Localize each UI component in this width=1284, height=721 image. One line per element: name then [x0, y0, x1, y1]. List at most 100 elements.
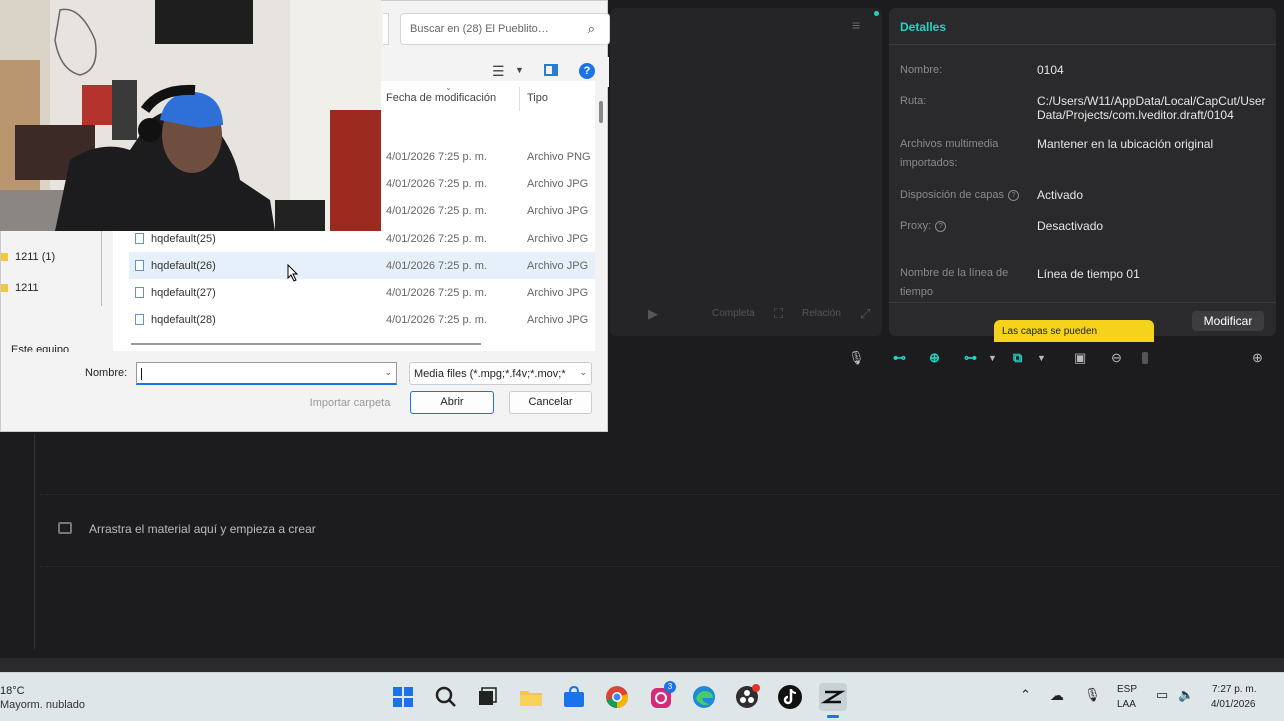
weather-temperature[interactable]: 18°C — [0, 685, 25, 697]
file-date: 4/01/2026 7:25 p. m. — [386, 151, 487, 163]
volume-icon[interactable]: 🔈 — [1178, 687, 1194, 703]
capcut-icon[interactable] — [819, 683, 847, 711]
layer-layout-value: Activado — [1037, 188, 1084, 202]
file-name: hqdefault(27) — [151, 287, 216, 299]
zoom-in-icon[interactable]: ⊕ — [1252, 350, 1263, 366]
file-type-select[interactable]: Media files (*.mpg;*.f4v;*.mov;* ⌄ — [409, 362, 592, 385]
expand-icon[interactable]: ⤢ — [860, 306, 870, 322]
image-file-icon — [135, 287, 144, 298]
language-label[interactable]: ESP — [1117, 684, 1137, 695]
file-date: 4/01/2026 7:25 p. m. — [386, 178, 487, 190]
weather-description[interactable]: Mayorm. nublado — [0, 699, 85, 711]
column-header-date[interactable]: Fecha de modificación — [386, 92, 496, 104]
tree-item[interactable]: 1211 (1) — [1, 251, 101, 263]
chain-icon[interactable]: ⊶ — [964, 350, 977, 366]
microphone-icon[interactable]: 🎙 — [848, 350, 865, 366]
filename-input[interactable]: ⌄ — [136, 362, 397, 385]
search-input[interactable]: Buscar en (28) El Pueblito… ⌕ — [400, 13, 610, 45]
film-icon — [58, 522, 72, 534]
keyboard-layout-label[interactable]: LAA — [1117, 699, 1136, 710]
cancel-button[interactable]: Cancelar — [509, 391, 592, 414]
file-date: 4/01/2026 7:25 p. m. — [386, 233, 487, 245]
file-row[interactable]: hqdefault(28) 4/01/2026 7:25 p. m. Archivo… — [129, 306, 595, 333]
chevron-down-icon[interactable]: ▼ — [1037, 350, 1046, 366]
taskbar: 18°C Mayorm. nublado 3 ⌃ ☁ 🎙 ESP LAA ▭ 🔈… — [0, 672, 1284, 721]
chevron-down-icon[interactable]: ⌄ — [579, 367, 587, 378]
file-row[interactable]: hqdefault(26) 4/01/2026 7:25 p. m. Archivo… — [129, 252, 595, 279]
list-scrollbar[interactable] — [599, 101, 603, 123]
info-icon[interactable]: ? — [935, 220, 947, 232]
timeline-track-guide — [40, 566, 1280, 568]
chrome-icon[interactable] — [603, 683, 631, 711]
zoom-slider[interactable] — [1142, 352, 1148, 364]
store-icon[interactable] — [560, 683, 588, 711]
fullscreen-ratio-label[interactable]: Completa — [712, 308, 755, 319]
preview-pane-icon[interactable] — [544, 64, 558, 76]
file-row[interactable]: hqdefault(27) 4/01/2026 7:25 p. m. Archivo… — [129, 279, 595, 306]
folder-icon — [1, 284, 8, 293]
tree-item[interactable]: Este equipo — [11, 344, 111, 352]
tree-scrollbar[interactable] — [101, 231, 102, 306]
horizontal-scrollbar[interactable] — [131, 343, 481, 345]
instagram-icon[interactable]: 3 — [647, 681, 676, 711]
timeline-scrollbar[interactable] — [0, 658, 1284, 672]
details-header: Detalles — [889, 8, 1276, 45]
timeline-track-guide — [40, 494, 1280, 496]
tooltip: Las capas se pueden — [994, 320, 1154, 342]
info-icon[interactable]: ? — [1007, 189, 1019, 201]
file-type: Archivo JPG — [527, 233, 589, 245]
name-label: Nombre: — [900, 64, 943, 76]
link-icon[interactable]: ⊷ — [893, 350, 906, 366]
help-icon[interactable]: ? — [579, 63, 595, 79]
task-view-icon[interactable] — [473, 683, 501, 711]
details-title: Detalles — [900, 20, 947, 34]
column-header-type[interactable]: Tipo — [527, 92, 548, 104]
view-options-icon[interactable]: ☰ — [492, 63, 505, 80]
chevron-down-icon[interactable]: ▼ — [515, 65, 524, 75]
details-panel: Detalles Nombre: 0104 Ruta: C:/Users/W11… — [889, 8, 1276, 336]
tree-item[interactable]: 1211 — [1, 282, 101, 294]
ratio-label[interactable]: Relación — [802, 308, 841, 319]
screenshot-icon[interactable]: ⛶ — [774, 306, 783, 322]
player-controls: ▶ Completa ⛶ Relación ⤢ — [640, 306, 880, 326]
clock-time[interactable]: 7:27 p. m. — [1212, 684, 1256, 695]
play-icon[interactable]: ▶ — [648, 306, 658, 322]
proxy-label: Proxy:? — [900, 217, 1025, 236]
layer-layout-label: Disposición de capas? — [900, 186, 1030, 205]
import-folder-button[interactable]: Importar carpeta — [304, 392, 396, 414]
tiktok-icon[interactable] — [776, 683, 804, 711]
image-file-icon — [135, 314, 144, 325]
image-file-icon — [135, 233, 144, 244]
timeline-divider — [34, 434, 35, 649]
drop-hint: Arrastra el material aquí y empieza a cr… — [89, 522, 316, 536]
search-icon[interactable] — [432, 683, 460, 711]
edge-icon[interactable] — [690, 683, 718, 711]
file-explorer-icon[interactable] — [517, 683, 545, 711]
menu-icon[interactable]: ≡ — [852, 18, 868, 32]
snap-icon[interactable]: ⊕ — [929, 350, 940, 366]
column-divider[interactable] — [519, 87, 520, 111]
status-dot — [874, 11, 879, 16]
preview-icon[interactable]: ▣ — [1074, 350, 1086, 366]
modify-button[interactable]: Modificar — [1192, 311, 1264, 331]
microphone-icon[interactable]: 🎙 — [1084, 687, 1101, 703]
network-icon[interactable]: ▭ — [1156, 687, 1168, 703]
chevron-up-icon[interactable]: ⌃ — [1020, 687, 1031, 703]
chevron-down-icon[interactable]: ⌄ — [384, 367, 392, 378]
start-icon[interactable] — [389, 683, 417, 711]
cloud-icon[interactable]: ☁ — [1050, 687, 1064, 704]
file-type: Archivo JPG — [527, 287, 589, 299]
obs-icon[interactable] — [733, 683, 761, 711]
mouse-cursor — [287, 264, 299, 282]
chevron-down-icon[interactable]: ▼ — [988, 350, 997, 366]
address-bar[interactable] — [383, 13, 389, 45]
clock-date[interactable]: 4/01/2026 — [1211, 699, 1256, 710]
open-button[interactable]: Abrir — [410, 391, 494, 414]
zoom-out-icon[interactable]: ⊖ — [1111, 350, 1122, 366]
folder-icon — [1, 253, 8, 262]
video-player: ≡ ▶ Completa ⛶ Relación ⤢ — [610, 8, 882, 336]
webcam-feed — [0, 0, 381, 231]
file-type: Archivo JPG — [527, 205, 589, 217]
split-icon[interactable]: ⧉ — [1013, 350, 1022, 366]
file-date: 4/01/2026 7:25 p. m. — [386, 205, 487, 217]
